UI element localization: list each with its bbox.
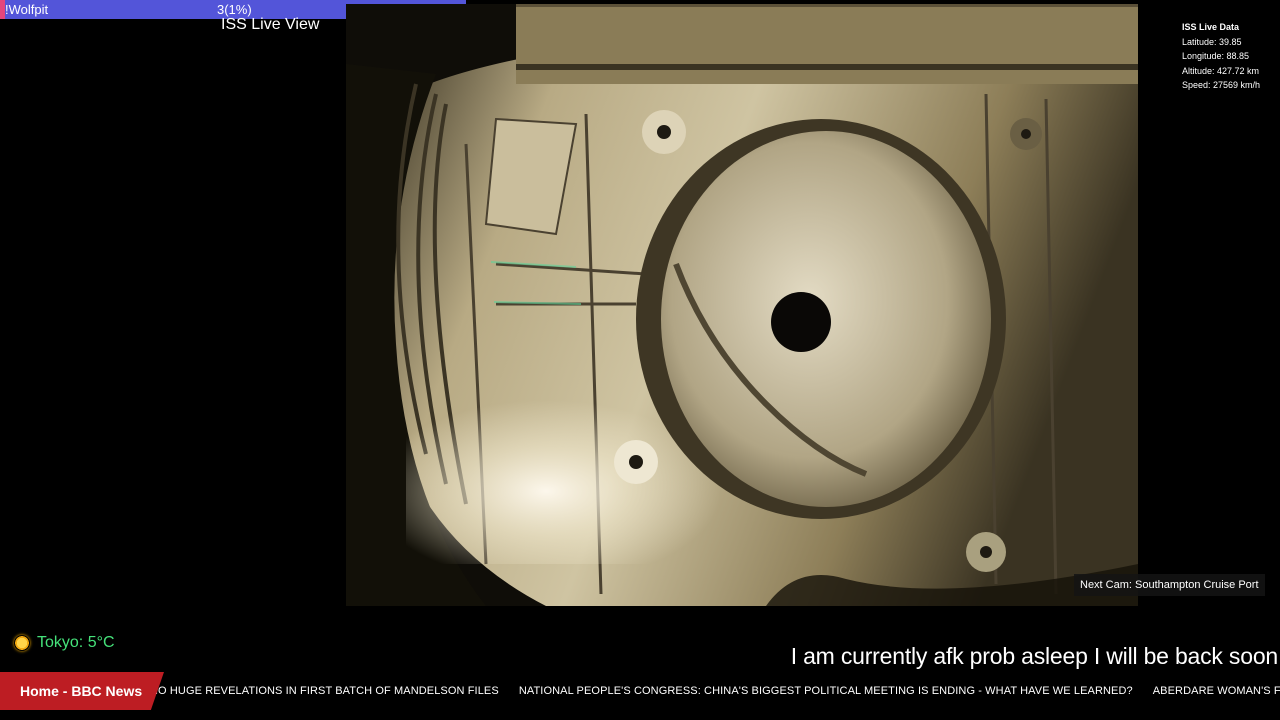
iss-data-title: ISS Live Data — [1182, 22, 1240, 32]
afk-message: I am currently afk prob asleep I will be… — [790, 643, 1278, 669]
news-ticker: NO HUGE REVELATIONS IN FIRST BATCH OF MA… — [0, 672, 1280, 710]
poll-votes: 3(1%) — [217, 2, 252, 17]
iss-module-image — [346, 4, 1138, 606]
iss-latitude: Latitude: 39.85 — [1182, 36, 1242, 47]
sun-icon — [14, 635, 30, 651]
stream-overlay: !Wolfpit 3(1%) 300 ISS Live View — [0, 0, 1280, 720]
ticker-item: NATIONAL PEOPLE'S CONGRESS: CHINA'S BIGG… — [518, 685, 1133, 697]
next-cam-label: Next Cam: Southampton Cruise Port — [1074, 574, 1265, 596]
poll-command: !Wolfpit — [5, 2, 49, 17]
ticker-items: NO HUGE REVELATIONS IN FIRST BATCH OF MA… — [150, 672, 1280, 710]
weather-text: Tokyo: 5°C — [37, 634, 115, 651]
view-title: ISS Live View — [221, 16, 320, 33]
weather-widget: Tokyo: 5°C — [14, 632, 115, 654]
iss-speed: Speed: 27569 km/h — [1182, 80, 1261, 90]
iss-data-panel: ISS Live Data Latitude: 39.85 Longitude:… — [1182, 20, 1278, 93]
iss-longitude: Longitude: 88.85 — [1182, 51, 1250, 61]
ticker-item: NO HUGE REVELATIONS IN FIRST BATCH OF MA… — [150, 685, 499, 697]
ticker-source-label: Home - BBC News — [0, 672, 164, 710]
ticker-item: ABERDARE WOMAN'S FEAR AS SOMEONE STE — [1152, 685, 1280, 697]
iss-camera-feed — [346, 4, 1138, 606]
iss-altitude: Altitude: 427.72 km — [1182, 65, 1260, 76]
